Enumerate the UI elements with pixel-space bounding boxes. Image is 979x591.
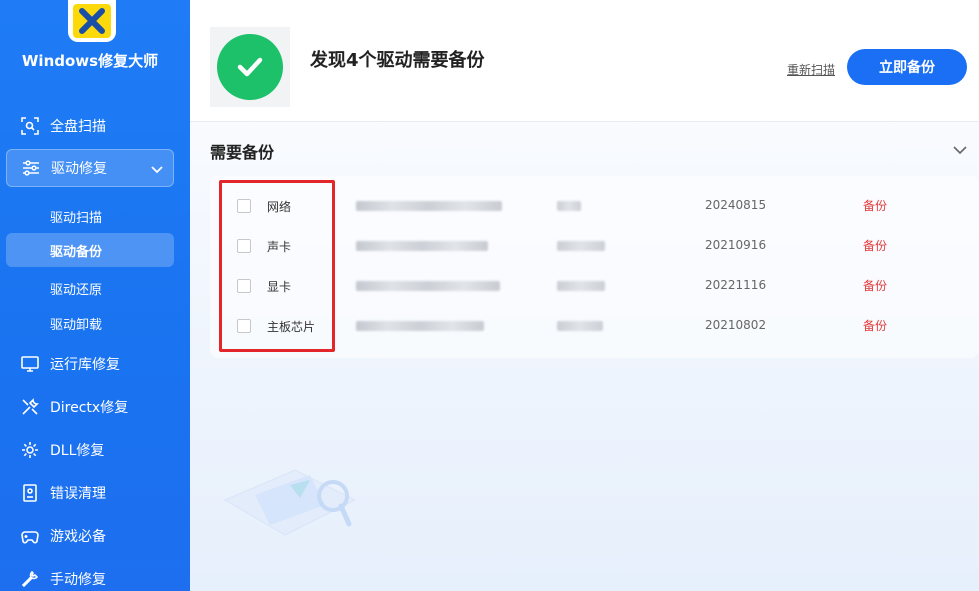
blurred-version: [557, 321, 603, 331]
sidebar-item-runtime-repair[interactable]: 运行库修复: [6, 345, 174, 383]
result-header: 发现4个驱动需要备份 重新扫描 立即备份: [190, 0, 979, 122]
backup-link[interactable]: 备份: [863, 197, 887, 214]
driver-date: 20210802: [705, 318, 767, 332]
blurred-version: [557, 281, 605, 291]
sidebar-item-label: Directx修复: [50, 400, 129, 416]
blurred-device-name: [356, 321, 484, 331]
blurred-device-name: [356, 241, 488, 251]
sidebar-item-label: 全盘扫描: [50, 119, 106, 135]
scan-icon: [20, 116, 40, 136]
sidebar-subitem-driver-scan[interactable]: 驱动扫描: [6, 199, 174, 233]
sidebar-item-error-cleanup[interactable]: 错误清理: [6, 474, 174, 512]
sidebar: Windows修复大师 全盘扫描 驱动修复 驱动扫描 驱动备份 驱动还原 驱动卸…: [0, 0, 190, 591]
gear-icon: [20, 440, 40, 460]
chevron-down-icon[interactable]: [953, 140, 967, 159]
status-tile: [210, 27, 290, 107]
app-title: Windows修复大师: [21, 52, 159, 70]
sidebar-item-driver-repair[interactable]: 驱动修复: [6, 149, 174, 187]
backup-link[interactable]: 备份: [863, 277, 887, 294]
blurred-device-name: [356, 201, 502, 211]
backup-link[interactable]: 备份: [863, 237, 887, 254]
blurred-version: [557, 201, 581, 211]
app-logo: [68, 0, 116, 42]
sidebar-item-full-scan[interactable]: 全盘扫描: [6, 107, 174, 145]
sidebar-subitem-driver-uninstall[interactable]: 驱动卸载: [6, 306, 174, 340]
tools-icon: [20, 397, 40, 417]
blurred-device-name: [356, 281, 500, 291]
logo-x-icon: [73, 4, 111, 38]
sidebar-item-dll-repair[interactable]: DLL修复: [6, 431, 174, 469]
sidebar-item-label: 游戏必备: [50, 529, 106, 545]
success-check-icon: [217, 34, 283, 100]
sidebar-item-label: 手动修复: [50, 572, 106, 588]
sidebar-item-manual-repair[interactable]: 手动修复: [6, 560, 174, 591]
rescan-link[interactable]: 重新扫描: [787, 61, 835, 78]
annotation-highlight-box: [219, 180, 335, 352]
driver-date: 20240815: [705, 198, 767, 212]
sidebar-item-game-essentials[interactable]: 游戏必备: [6, 517, 174, 555]
sidebar-item-label: 错误清理: [50, 486, 106, 502]
gamepad-icon: [20, 526, 40, 546]
blurred-version: [557, 241, 605, 251]
sliders-icon: [21, 158, 41, 178]
sidebar-subitem-driver-restore[interactable]: 驱动还原: [6, 271, 174, 305]
monitor-icon: [20, 354, 40, 374]
chevron-down-icon: [151, 162, 163, 178]
sidebar-item-label: DLL修复: [50, 443, 105, 459]
sidebar-item-label: 驱动修复: [51, 161, 107, 177]
file-icon: [20, 483, 40, 503]
backup-link[interactable]: 备份: [863, 317, 887, 334]
decorative-illustration: [223, 469, 357, 536]
sidebar-subitem-driver-backup[interactable]: 驱动备份: [6, 233, 174, 267]
backup-now-button[interactable]: 立即备份: [847, 49, 967, 85]
main-panel: 发现4个驱动需要备份 重新扫描 立即备份 需要备份 网络 20240815 备份…: [190, 0, 979, 591]
sidebar-item-label: 运行库修复: [50, 357, 120, 373]
wrench-icon: [20, 569, 40, 589]
driver-date: 20210916: [705, 238, 767, 252]
driver-date: 20221116: [705, 278, 767, 292]
section-title: 需要备份: [210, 143, 275, 162]
sidebar-item-directx-repair[interactable]: Directx修复: [6, 388, 174, 426]
result-title: 发现4个驱动需要备份: [310, 50, 485, 71]
